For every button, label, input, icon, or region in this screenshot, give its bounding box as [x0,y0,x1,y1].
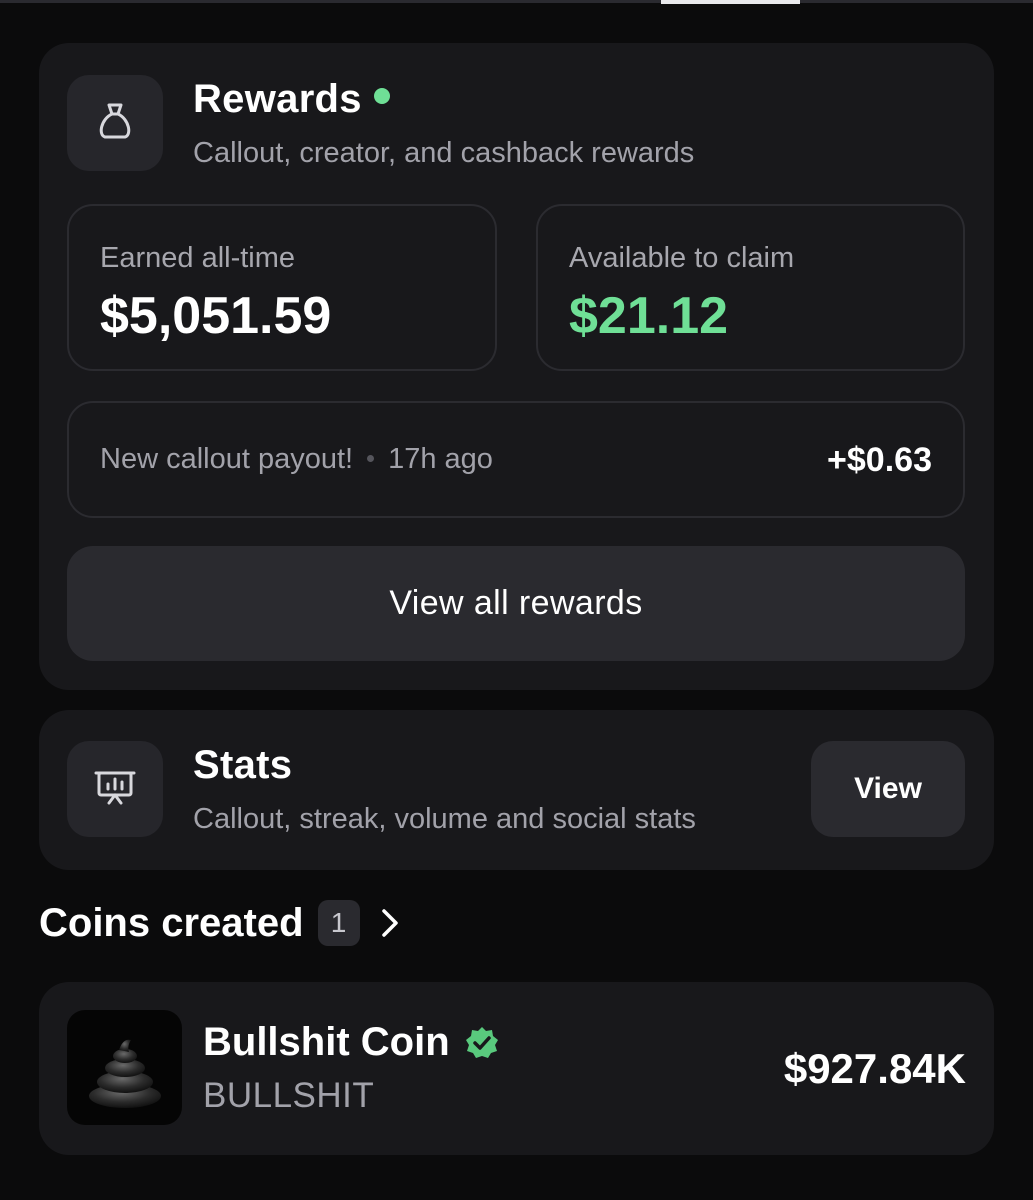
payout-message: New callout payout! [100,443,354,475]
rewards-card: Rewards Callout, creator, and cashback r… [39,43,994,690]
stats-subtitle: Callout, streak, volume and social stats [193,803,696,835]
coin-name: Bullshit Coin [203,1020,500,1065]
chevron-right-icon [380,907,400,939]
rewards-title: Rewards [193,77,390,122]
money-bag-icon [93,99,137,148]
verified-badge-icon [464,1025,500,1061]
presentation-chart-icon [93,765,137,814]
payout-amount: +$0.63 [827,441,932,479]
latest-payout-row[interactable]: New callout payout! 17h ago +$0.63 [67,401,965,518]
payout-info: New callout payout! 17h ago [100,443,493,476]
coins-count-badge: 1 [317,900,360,946]
coin-avatar [67,1010,182,1125]
available-to-claim-box[interactable]: Available to claim $21.12 [536,204,965,371]
coins-created-header[interactable]: Coins created 1 [39,898,400,948]
active-tab-indicator [661,0,800,4]
stats-view-button[interactable]: View [811,741,965,837]
stats-icon-box [67,741,163,837]
coin-name-text: Bullshit Coin [203,1020,450,1064]
coins-created-title: Coins created [39,900,304,945]
rewards-title-text: Rewards [193,77,362,121]
coin-list-item[interactable]: Bullshit Coin BULLSHIT $927.84K [39,982,994,1155]
earned-all-time-box: Earned all-time $5,051.59 [67,204,497,371]
rewards-icon-box [67,75,163,171]
coin-market-cap: $927.84K [783,1045,966,1092]
earned-label: Earned all-time [100,242,296,274]
stats-card: Stats Callout, streak, volume and social… [39,710,994,870]
top-divider [0,0,1033,3]
payout-time: 17h ago [388,443,493,475]
view-all-rewards-button[interactable]: View all rewards [67,546,965,661]
separator-dot [367,455,375,462]
live-status-dot [373,88,390,104]
available-label: Available to claim [569,242,795,274]
coin-ticker: BULLSHIT [203,1076,375,1115]
stats-title: Stats [193,743,293,787]
rewards-subtitle: Callout, creator, and cashback rewards [193,137,695,169]
available-value: $21.12 [569,287,729,345]
earned-value: $5,051.59 [100,287,332,345]
